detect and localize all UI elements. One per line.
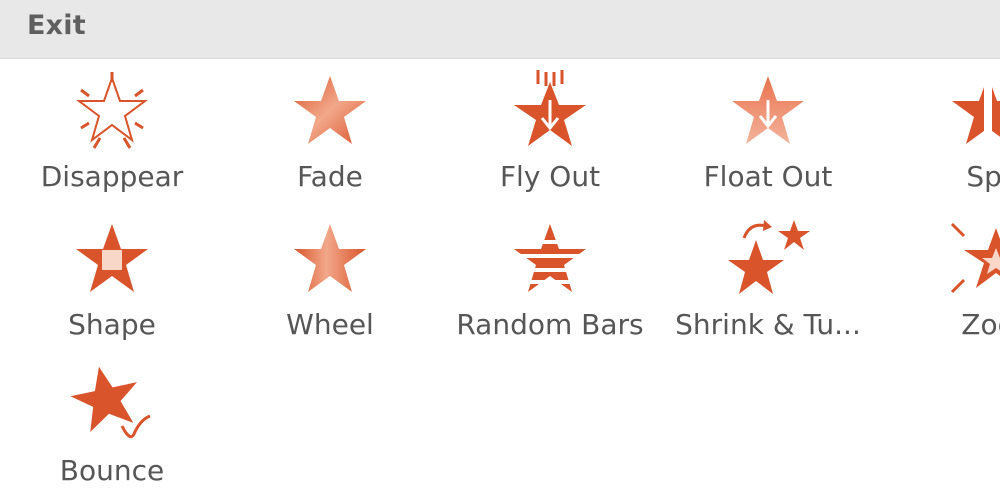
effect-random-bars[interactable]: Random Bars (440, 218, 660, 358)
effect-label: Bounce (59, 454, 165, 487)
effect-label: Fade (297, 160, 363, 193)
effect-shape[interactable]: Shape (2, 218, 222, 358)
effect-shrink-turn[interactable]: Shrink & Tu... (658, 218, 878, 358)
effect-float-out[interactable]: Float Out (658, 70, 878, 210)
effect-fade[interactable]: Fade (220, 70, 440, 210)
effect-label: Shrink & Tu... (675, 308, 861, 341)
shape-star-icon (70, 218, 154, 302)
float-out-star-icon (726, 70, 810, 154)
effect-label: Shape (68, 308, 156, 341)
fly-out-star-icon (508, 70, 592, 154)
effect-wheel[interactable]: Wheel (220, 218, 440, 358)
effect-bounce[interactable]: Bounce (2, 364, 222, 500)
exit-effects-gallery: Exit Disappear Fade Fly Out Float Out Sp… (0, 0, 1000, 500)
shrink-turn-star-icon (726, 218, 810, 302)
effect-label: Float Out (703, 160, 833, 193)
effect-split[interactable]: Spl (878, 70, 1000, 210)
effect-label: Zoo (961, 308, 1000, 341)
bounce-star-icon (70, 364, 154, 448)
random-bars-star-icon (508, 218, 592, 302)
split-star-icon (946, 70, 1000, 154)
wheel-star-icon (288, 218, 372, 302)
effect-zoom[interactable]: Zoo (878, 218, 1000, 358)
zoom-star-icon (946, 218, 1000, 302)
effect-label: Fly Out (499, 160, 601, 193)
section-header: Exit (0, 0, 1000, 59)
effect-label: Disappear (40, 160, 184, 193)
fade-star-icon (288, 70, 372, 154)
effect-label: Wheel (286, 308, 374, 341)
effect-disappear[interactable]: Disappear (2, 70, 222, 210)
effect-label: Spl (966, 160, 1000, 193)
section-title: Exit (27, 10, 86, 41)
effect-label: Random Bars (456, 308, 644, 341)
effect-fly-out[interactable]: Fly Out (440, 70, 660, 210)
disappear-star-icon (70, 70, 154, 154)
